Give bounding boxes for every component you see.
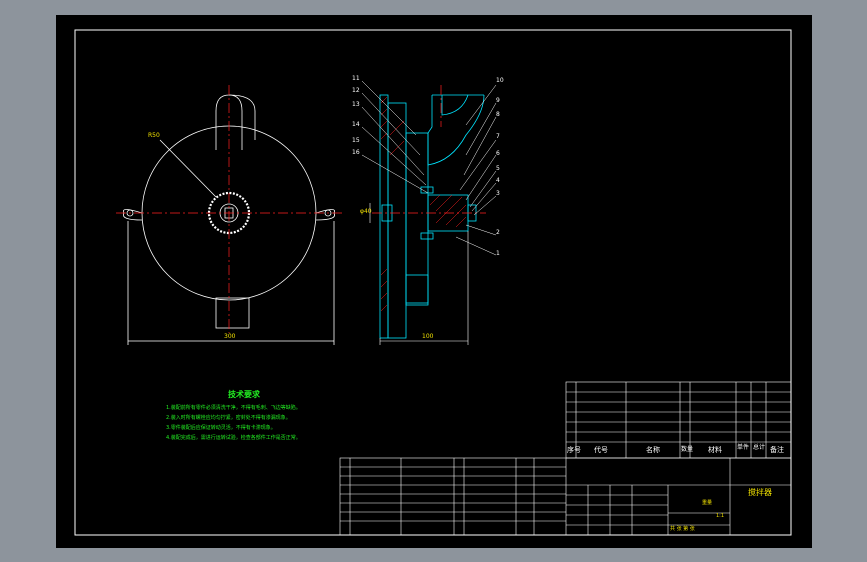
tech-requirement-line: 2.装入时所有螺栓应均匀拧紧，密封处不得有渗漏现象。: [166, 415, 291, 421]
dim-width-right: 100: [422, 333, 434, 340]
balloon-6: 6: [496, 150, 500, 157]
front-view-centerlines: [116, 85, 344, 333]
section-centerlines: [372, 85, 486, 214]
title-block-lower: [339, 457, 792, 536]
balloon-13: 13: [352, 101, 360, 108]
balloon-10: 10: [496, 77, 504, 84]
balloon-7: 7: [496, 133, 500, 140]
balloon-16: 16: [352, 149, 360, 156]
balloon-14: 14: [352, 121, 360, 128]
dim-width-left: 300: [224, 333, 236, 340]
balloon-8: 8: [496, 111, 500, 118]
balloon-11: 11: [352, 75, 360, 82]
section-view: [379, 94, 485, 339]
header-name: 名称: [646, 446, 660, 454]
cad-drawing: [74, 29, 792, 536]
tech-requirement-line: 3.零件装配后应保证转动灵活，不得有卡滞现象。: [166, 425, 276, 431]
drawing-name: 搅拌器: [748, 488, 772, 497]
header-seq: 序号: [567, 446, 581, 454]
balloon-15: 15: [352, 137, 360, 144]
header-remark: 备注: [770, 446, 784, 454]
scale: 1:1: [716, 513, 725, 519]
drawing-sheet: 11 12 13 14 15 16 10 9 8 7 6 5 4 3 2 1 R…: [56, 15, 812, 548]
section-dimensions: [369, 203, 469, 345]
header-unit: 单件: [737, 444, 750, 451]
tech-requirements-title: 技术要求: [228, 390, 260, 399]
header-code: 代号: [594, 446, 608, 454]
header-qty: 数量: [681, 446, 694, 453]
sheet-label: 共 张 第 张: [670, 526, 695, 532]
weight-label: 重量: [702, 500, 713, 506]
section-hatch: [380, 96, 467, 312]
inner-border: [74, 29, 792, 536]
balloon-9: 9: [496, 97, 500, 104]
leader-lines: [361, 80, 497, 256]
dim-height-mark: φ40: [360, 208, 372, 215]
balloon-1: 1: [496, 250, 500, 257]
balloon-5: 5: [496, 165, 500, 172]
balloon-4: 4: [496, 177, 500, 184]
tech-requirement-line: 1.装配前所有零件必须清洗干净，不得有毛刺、飞边等缺陷。: [166, 405, 301, 411]
tech-requirement-line: 4.装配完成后，需进行运转试验，检查各部件工作是否正常。: [166, 435, 301, 441]
header-total: 总计: [753, 444, 766, 451]
header-material: 材料: [708, 446, 722, 454]
balloon-12: 12: [352, 87, 360, 94]
dim-diameter: R50: [148, 132, 160, 139]
balloon-3: 3: [496, 190, 500, 197]
balloon-2: 2: [496, 229, 500, 236]
